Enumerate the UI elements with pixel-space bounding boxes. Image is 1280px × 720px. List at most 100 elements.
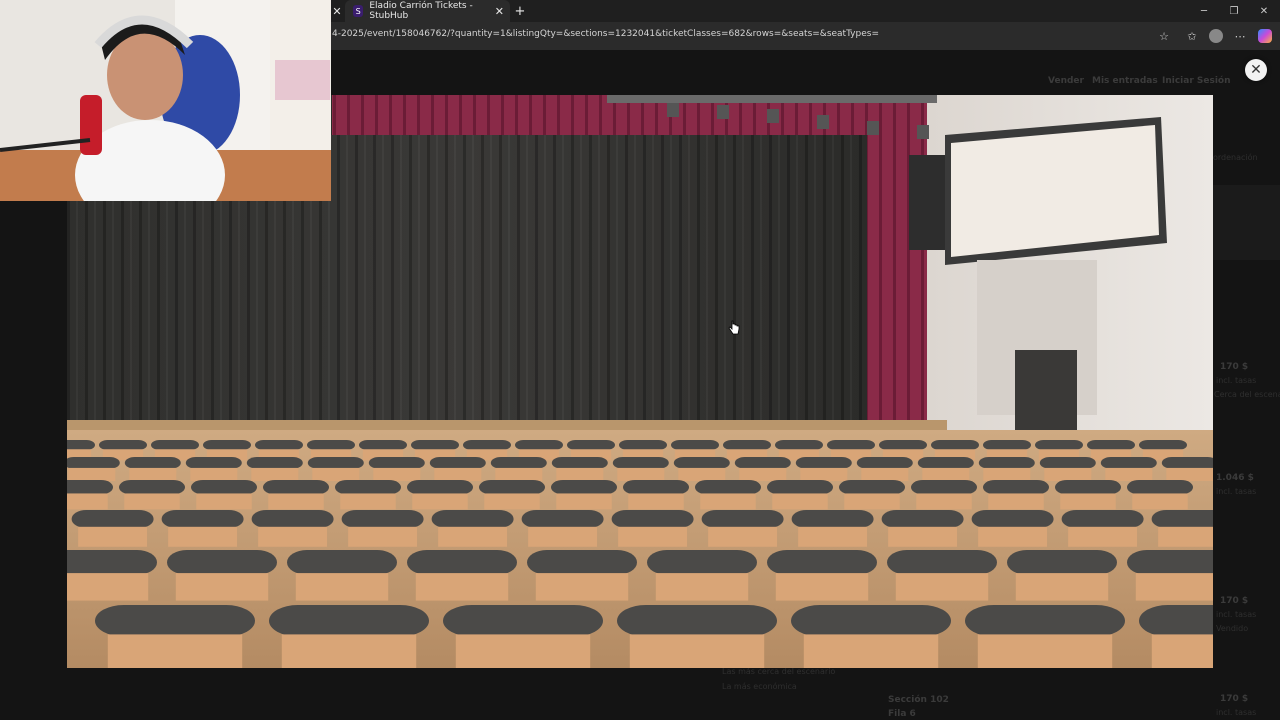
new-tab-button[interactable]: + (512, 0, 528, 22)
chair-back (911, 480, 977, 495)
chair-back (119, 480, 185, 495)
listing-fee-note: incl. tasas (1216, 487, 1257, 496)
chair-back (971, 510, 1054, 528)
chair-back (407, 550, 517, 575)
chair-back (515, 440, 563, 450)
chair-back (856, 457, 913, 469)
chair-seat (988, 493, 1044, 510)
microphone (80, 95, 102, 155)
chair-seat (977, 634, 1113, 668)
sort-label[interactable]: ordenación (1213, 153, 1258, 162)
previous-tab-close-icon[interactable]: ✕ (330, 0, 344, 22)
chair-seat (556, 493, 612, 510)
chair-seat (803, 634, 939, 668)
chair-back (251, 510, 334, 528)
url-field[interactable]: 4-2025/event/158046762/?quantity=1&listi… (332, 29, 879, 39)
chair-back (965, 605, 1125, 637)
nav-link-sell[interactable]: Vender (1048, 76, 1084, 86)
chair-back (99, 440, 147, 450)
chair-back (619, 440, 667, 450)
tab-close-icon[interactable]: ✕ (495, 5, 504, 18)
chair-back (791, 605, 951, 637)
chair-back (671, 440, 719, 450)
chair-back (795, 457, 852, 469)
chair-back (551, 480, 617, 495)
chair-back (185, 457, 242, 469)
chair-back (151, 440, 199, 450)
chair-seat (107, 634, 243, 668)
close-viewer-button[interactable]: ✕ (1245, 59, 1267, 81)
chair-seat (268, 493, 324, 510)
favorite-star-icon[interactable]: ☆ (1156, 28, 1172, 44)
chair-back (368, 457, 425, 469)
chair-back (673, 457, 730, 469)
chair-back (161, 510, 244, 528)
chair-back (1151, 510, 1213, 528)
wall-lattice (977, 260, 1097, 430)
chair-back (479, 480, 545, 495)
copilot-icon[interactable] (1258, 29, 1272, 43)
chair-back (269, 605, 429, 637)
chair-seat (168, 526, 238, 547)
chair-back (983, 440, 1031, 450)
listing-price: 170 $ (1220, 596, 1249, 606)
chair-seat (922, 467, 970, 481)
chair-seat (1135, 573, 1213, 601)
chair-back (617, 605, 777, 637)
profile-icon[interactable] (1209, 29, 1223, 43)
chair-back (167, 550, 277, 575)
chair-seat (129, 467, 177, 481)
chair-seat (190, 467, 238, 481)
chair-seat (67, 493, 108, 510)
nav-link-sign-in[interactable]: Iniciar Sesión (1162, 76, 1231, 86)
chair-seat (455, 634, 591, 668)
window-close-icon[interactable]: ✕ (1248, 0, 1280, 22)
chair-seat (798, 526, 868, 547)
chair-back (827, 440, 875, 450)
chair-seat (1166, 467, 1213, 481)
tab-active[interactable]: S Eladio Carrión Tickets - StubHub ✕ (345, 0, 510, 22)
chair-seat (1132, 493, 1188, 510)
chair-seat (340, 493, 396, 510)
chair-seat (800, 467, 848, 481)
speaker (909, 155, 949, 250)
chair-back (71, 510, 154, 528)
chair-back (1139, 440, 1187, 450)
chair-back (1007, 550, 1117, 575)
chair-seat (844, 493, 900, 510)
chair-back (191, 480, 257, 495)
chair-seat (348, 526, 418, 547)
minimize-icon[interactable]: ─ (1188, 0, 1220, 22)
nav-link-my-tickets[interactable]: Mis entradas (1092, 76, 1158, 86)
chair-seat (617, 467, 665, 481)
chair-back (1127, 550, 1213, 575)
chair-back (67, 550, 157, 575)
chair-back (443, 605, 603, 637)
restore-icon[interactable]: ❐ (1218, 0, 1250, 22)
chair-back (246, 457, 303, 469)
chair-back (307, 457, 364, 469)
chair-seat (68, 467, 116, 481)
more-options-icon[interactable]: ⋯ (1232, 28, 1248, 44)
chair-back (429, 457, 486, 469)
chair-back (1061, 510, 1144, 528)
favorites-icon[interactable]: ✩ (1184, 28, 1200, 44)
chair-back (887, 550, 997, 575)
listing-fee-note: incl. tasas (1216, 376, 1257, 385)
chair-back (623, 480, 689, 495)
chair-seat (618, 526, 688, 547)
chair-back (490, 457, 547, 469)
chair-seat (888, 526, 958, 547)
chair-back (879, 440, 927, 450)
chair-back (1161, 457, 1213, 469)
chair-back (341, 510, 424, 528)
stubhub-favicon-icon: S (353, 5, 364, 17)
chair-back (335, 480, 401, 495)
chair-seat (978, 526, 1048, 547)
legend-item-closest: Las más cerca del escenario (722, 667, 836, 676)
chair-back (791, 510, 874, 528)
chair-seat (1060, 493, 1116, 510)
chair-back (203, 440, 251, 450)
chair-seat (628, 493, 684, 510)
chair-seat (175, 573, 269, 601)
